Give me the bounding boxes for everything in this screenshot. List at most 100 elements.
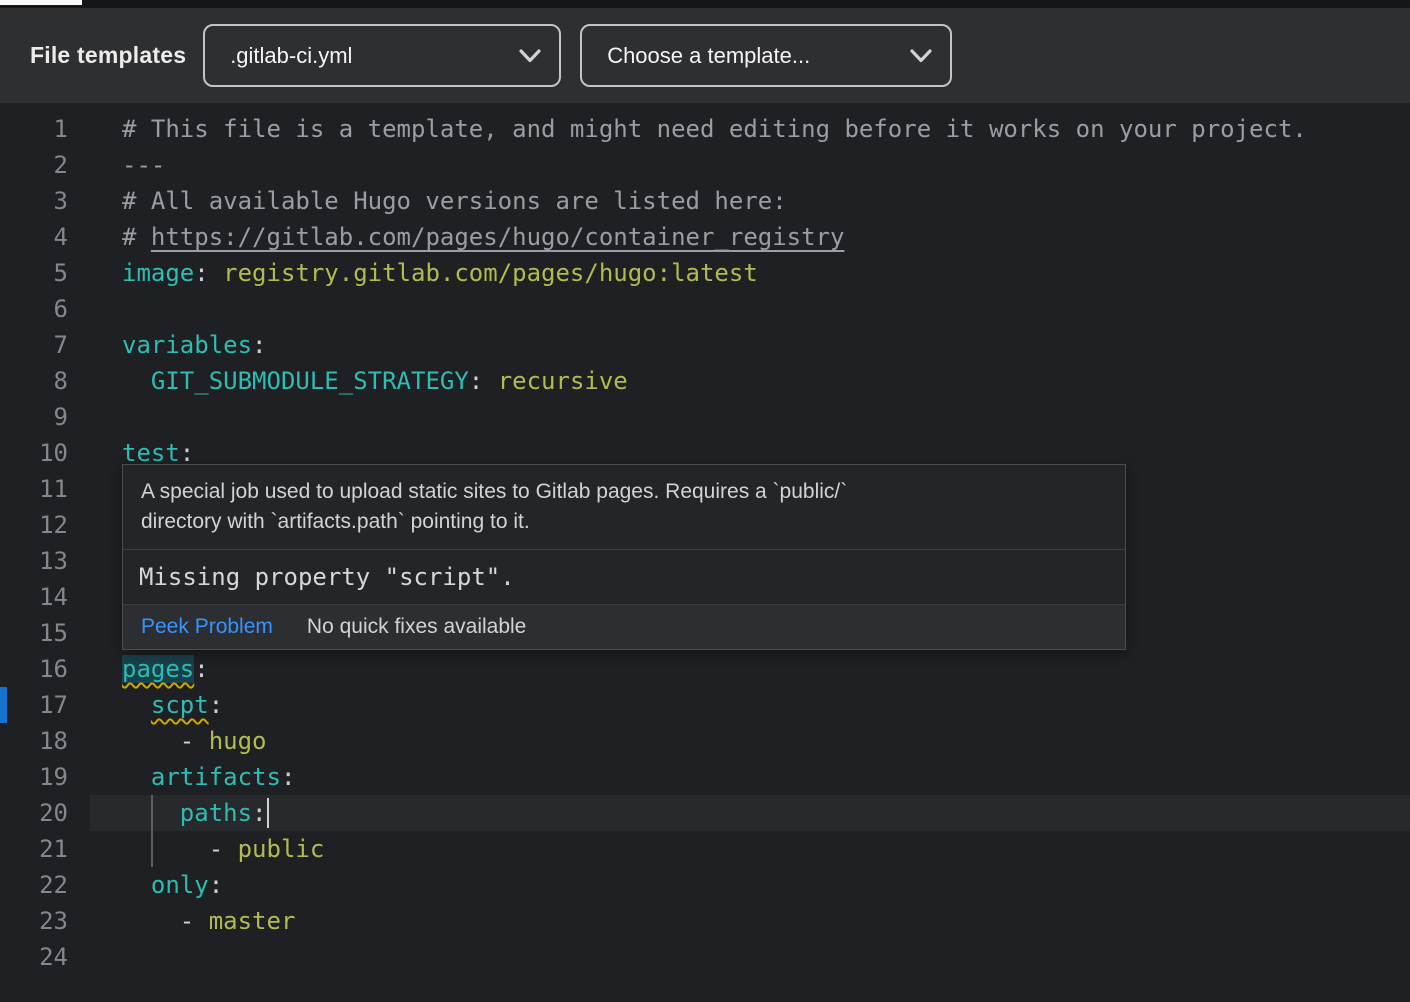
code-segment: : bbox=[281, 763, 295, 791]
line-number: 4 bbox=[0, 219, 68, 255]
code-segment: GIT_SUBMODULE_STRATEGY bbox=[151, 367, 469, 395]
code-line-content[interactable] bbox=[68, 507, 122, 543]
line-number: 19 bbox=[0, 759, 68, 795]
line-number: 20 bbox=[0, 795, 68, 831]
code-segment: - bbox=[180, 907, 209, 935]
code-segment: variables bbox=[122, 331, 252, 359]
code-segment: recursive bbox=[483, 367, 628, 395]
code-line-content[interactable]: image: registry.gitlab.com/pages/hugo:la… bbox=[68, 255, 758, 291]
hover-doc-line: A special job used to upload static site… bbox=[141, 477, 1107, 507]
code-line[interactable]: 24 bbox=[0, 939, 1410, 975]
code-line[interactable]: 19 artifacts: bbox=[0, 759, 1410, 795]
code-segment: # bbox=[122, 223, 151, 251]
code-segment: : bbox=[180, 439, 194, 467]
code-line-content[interactable]: - hugo bbox=[68, 723, 267, 759]
code-line-content[interactable]: variables: bbox=[68, 327, 267, 363]
code-line-content[interactable]: # All available Hugo versions are listed… bbox=[68, 183, 787, 219]
code-line-content[interactable] bbox=[68, 291, 122, 327]
code-segment: : bbox=[194, 655, 208, 683]
code-segment: only bbox=[151, 871, 209, 899]
line-number: 12 bbox=[0, 507, 68, 543]
code-line-content[interactable] bbox=[68, 939, 122, 975]
choose-template-dropdown[interactable]: Choose a template... bbox=[580, 24, 952, 87]
line-number: 10 bbox=[0, 435, 68, 471]
code-line[interactable]: 5image: registry.gitlab.com/pages/hugo:l… bbox=[0, 255, 1410, 291]
code-line[interactable]: 4# https://gitlab.com/pages/hugo/contain… bbox=[0, 219, 1410, 255]
code-line-content[interactable]: paths: bbox=[68, 795, 269, 831]
line-number: 11 bbox=[0, 471, 68, 507]
code-line-content[interactable]: GIT_SUBMODULE_STRATEGY: recursive bbox=[68, 363, 628, 399]
code-segment: : bbox=[194, 259, 208, 287]
code-line[interactable]: 8 GIT_SUBMODULE_STRATEGY: recursive bbox=[0, 363, 1410, 399]
code-line[interactable]: 20 paths: bbox=[0, 795, 1410, 831]
browser-chrome-strip bbox=[0, 0, 1410, 8]
code-line-content[interactable]: # https://gitlab.com/pages/hugo/containe… bbox=[68, 219, 844, 255]
line-number: 3 bbox=[0, 183, 68, 219]
code-segment: master bbox=[209, 907, 296, 935]
code-line-content[interactable]: - master bbox=[68, 903, 295, 939]
code-segment: registry.gitlab.com/pages/hugo:latest bbox=[209, 259, 758, 287]
code-line-content[interactable]: artifacts: bbox=[68, 759, 295, 795]
code-line-content[interactable] bbox=[68, 471, 122, 507]
line-number: 14 bbox=[0, 579, 68, 615]
line-number: 17 bbox=[0, 687, 68, 723]
code-segment: hugo bbox=[209, 727, 267, 755]
file-templates-bar: File templates .gitlab-ci.yml Choose a t… bbox=[0, 8, 1410, 103]
code-line-content[interactable] bbox=[68, 579, 122, 615]
line-number: 24 bbox=[0, 939, 68, 975]
code-line-content[interactable] bbox=[68, 543, 122, 579]
code-line-content[interactable] bbox=[68, 615, 122, 651]
line-number: 22 bbox=[0, 867, 68, 903]
code-line-content[interactable] bbox=[68, 399, 122, 435]
line-number: 23 bbox=[0, 903, 68, 939]
line-number: 9 bbox=[0, 399, 68, 435]
code-segment: --- bbox=[122, 151, 165, 179]
chevron-down-icon bbox=[519, 49, 541, 63]
code-segment: : bbox=[209, 871, 223, 899]
code-line-content[interactable]: # This file is a template, and might nee… bbox=[68, 111, 1307, 147]
line-number: 8 bbox=[0, 363, 68, 399]
code-line[interactable]: 16pages: bbox=[0, 651, 1410, 687]
hover-doc-line: directory with `artifacts.path` pointing… bbox=[141, 507, 1107, 537]
code-line[interactable]: 2--- bbox=[0, 147, 1410, 183]
code-segment: # All available Hugo versions are listed… bbox=[122, 187, 787, 215]
code-line[interactable]: 22 only: bbox=[0, 867, 1410, 903]
code-segment: - bbox=[180, 727, 209, 755]
code-line-content[interactable]: scpt: bbox=[68, 687, 223, 723]
code-segment bbox=[122, 835, 209, 863]
code-line[interactable]: 9 bbox=[0, 399, 1410, 435]
code-line[interactable]: 7variables: bbox=[0, 327, 1410, 363]
diagnostic-message: Missing property "script". bbox=[123, 550, 1125, 604]
code-line[interactable]: 17 scpt: bbox=[0, 687, 1410, 723]
code-line-content[interactable]: - public bbox=[68, 831, 324, 867]
code-line[interactable]: 21 - public bbox=[0, 831, 1410, 867]
code-segment: - bbox=[209, 835, 238, 863]
code-segment: : bbox=[252, 799, 266, 827]
line-number: 16 bbox=[0, 651, 68, 687]
code-line-content[interactable]: --- bbox=[68, 147, 165, 183]
code-line-content[interactable]: pages: bbox=[68, 651, 209, 687]
code-line[interactable]: 18 - hugo bbox=[0, 723, 1410, 759]
web-ide-window: File templates .gitlab-ci.yml Choose a t… bbox=[0, 0, 1410, 1002]
code-segment bbox=[122, 727, 180, 755]
code-segment: : bbox=[252, 331, 266, 359]
code-editor[interactable]: 1# This file is a template, and might ne… bbox=[0, 103, 1410, 1002]
hover-doc-text: A special job used to upload static site… bbox=[123, 465, 1125, 549]
code-segment: paths bbox=[180, 799, 252, 827]
line-number: 15 bbox=[0, 615, 68, 651]
code-segment: artifacts bbox=[151, 763, 281, 791]
code-segment: test bbox=[122, 439, 180, 467]
code-line-content[interactable]: only: bbox=[68, 867, 223, 903]
code-line[interactable]: 6 bbox=[0, 291, 1410, 327]
code-segment bbox=[122, 691, 151, 719]
filename-dropdown[interactable]: .gitlab-ci.yml bbox=[203, 24, 561, 87]
code-line[interactable]: 1# This file is a template, and might ne… bbox=[0, 111, 1410, 147]
choose-template-dropdown-value: Choose a template... bbox=[607, 43, 810, 69]
code-line[interactable]: 3 # All available Hugo versions are liste… bbox=[0, 183, 1410, 219]
peek-problem-link[interactable]: Peek Problem bbox=[141, 614, 273, 640]
code-segment bbox=[122, 907, 180, 935]
line-number: 7 bbox=[0, 327, 68, 363]
no-quick-fixes-label: No quick fixes available bbox=[307, 614, 526, 640]
text-cursor bbox=[267, 798, 269, 828]
code-line[interactable]: 23 - master bbox=[0, 903, 1410, 939]
